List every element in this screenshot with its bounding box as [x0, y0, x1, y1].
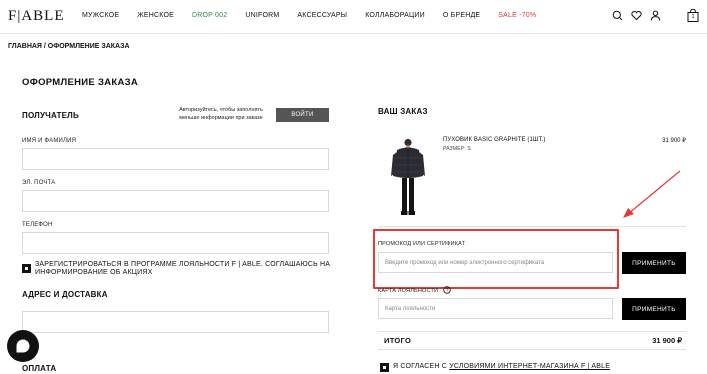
loyalty-checkbox[interactable]: [22, 264, 31, 273]
annotation-arrow-icon: [623, 170, 681, 218]
recipient-title: ПОЛУЧАТЕЛЬ: [22, 111, 79, 120]
name-field[interactable]: [22, 148, 329, 170]
apply-loyalty-button[interactable]: ПРИМЕНИТЬ: [622, 298, 686, 320]
header-icons: 1: [612, 9, 699, 22]
total-value: 31 900 ₽: [652, 336, 682, 345]
user-icon[interactable]: [650, 10, 661, 21]
loyalty-card-input[interactable]: Карта лояльности: [378, 298, 613, 319]
payment-title: ОПЛАТА: [22, 364, 57, 373]
order-title: ВАШ ЗАКАЗ: [378, 107, 428, 116]
email-field-label: ЭЛ. ПОЧТА: [22, 180, 56, 186]
delivery-title: АДРЕС И ДОСТАВКА: [22, 290, 108, 299]
chat-button[interactable]: [7, 330, 39, 362]
nav-item-about[interactable]: О БРЕНДЕ: [443, 12, 480, 19]
nav-item-accessories[interactable]: АКСЕССУАРЫ: [297, 12, 347, 19]
nav-item-sale[interactable]: SALE -70%: [498, 12, 536, 19]
nav-item-men[interactable]: МУЖСКОЕ: [82, 12, 119, 19]
loyalty-checkbox-label: ЗАРЕГИСТРИРОВАТЬСЯ В ПРОГРАММЕ ЛОЯЛЬНОСТ…: [35, 261, 331, 276]
page-title: ОФОРМЛЕНИЕ ЗАКАЗА: [22, 77, 139, 88]
agree-checkbox[interactable]: [380, 363, 389, 372]
auth-hint: Авторизуйтесь, чтобы заполнять меньше ин…: [179, 107, 263, 121]
nav-item-drop[interactable]: DROP 002: [192, 12, 227, 19]
promo-label: ПРОМОКОД ИЛИ СЕРТИФИКАТ: [378, 241, 466, 247]
heart-icon[interactable]: [631, 10, 642, 21]
agree-label: Я СОГЛАСЕН С УСЛОВИЯМИ ИНТЕРНЕТ-МАГАЗИНА…: [393, 363, 610, 371]
phone-field[interactable]: [22, 232, 329, 254]
nav-item-collaborations[interactable]: КОЛЛАБОРАЦИИ: [365, 12, 425, 19]
phone-field-label: ТЕЛЕФОН: [22, 222, 53, 228]
terms-link[interactable]: УСЛОВИЯМИ ИНТЕРНЕТ-МАГАЗИНА F | ABLE: [449, 363, 610, 370]
logo[interactable]: F|ABLE: [8, 8, 65, 25]
total-label: ИТОГО: [384, 336, 412, 345]
promo-input[interactable]: Введите промокод или номер электронного …: [378, 252, 613, 273]
address-field[interactable]: [22, 311, 329, 333]
login-button[interactable]: ВОЙТИ: [276, 108, 329, 122]
breadcrumb[interactable]: ГЛАВНАЯ / ОФОРМЛЕНИЕ ЗАКАЗА: [8, 43, 130, 50]
nav-item-women[interactable]: ЖЕНСКОЕ: [137, 12, 174, 19]
divider: [378, 349, 686, 350]
cart-button[interactable]: 1: [687, 9, 699, 22]
site-header: F|ABLE МУЖСКОЕ ЖЕНСКОЕ DROP 002 UNIFORM …: [0, 0, 707, 34]
email-field[interactable]: [22, 190, 329, 212]
divider: [378, 331, 686, 332]
main-nav: МУЖСКОЕ ЖЕНСКОЕ DROP 002 UNIFORM АКСЕССУ…: [82, 12, 554, 19]
divider: [378, 226, 686, 227]
name-field-label: ИМЯ И ФАМИЛИЯ: [22, 138, 77, 144]
loyalty-card-label: КАРТА ЛОЯЛЬНОСТИ: [378, 288, 439, 294]
product-price: 31 900 ₽: [662, 138, 686, 144]
search-icon[interactable]: [612, 10, 623, 21]
product-name[interactable]: ПУХОВИК BASIC GRAPHITE (1ШТ.): [443, 137, 545, 143]
svg-text:?: ?: [446, 288, 449, 294]
product-size: РАЗМЕР: S: [443, 146, 471, 152]
product-image[interactable]: [383, 136, 433, 220]
apply-promo-button[interactable]: ПРИМЕНИТЬ: [622, 252, 686, 274]
nav-item-uniform[interactable]: UNIFORM: [245, 12, 279, 19]
cart-count: 1: [691, 14, 695, 20]
chat-icon: [16, 339, 30, 353]
agree-prefix: Я СОГЛАСЕН С: [393, 363, 450, 370]
info-icon[interactable]: ?: [443, 286, 451, 294]
